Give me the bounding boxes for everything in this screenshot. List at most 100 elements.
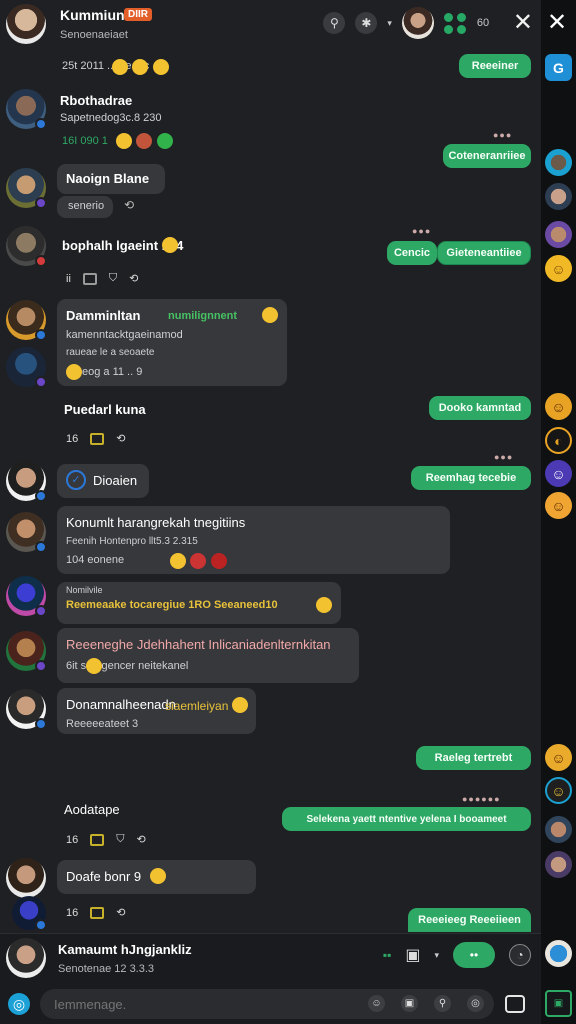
composer-avatar[interactable]: [6, 938, 46, 978]
emoji-icon[interactable]: ☺: [368, 995, 385, 1012]
rail-avatar-5[interactable]: [545, 851, 572, 878]
input-icons: ☺ ▣ ⚲ ◎: [368, 995, 484, 1012]
message-text: Reemeaake tocaregiue 1RO Seeaneed10: [66, 599, 278, 611]
refresh-icon[interactable]: G: [545, 54, 572, 81]
rail-emoji-3[interactable]: ◐: [545, 427, 572, 454]
outgoing-message[interactable]: Raeleg tertrebt: [416, 746, 531, 770]
outgoing-message[interactable]: Reeeieeg Reeeiieen: [408, 908, 531, 932]
gif-icon[interactable]: ◎: [467, 995, 484, 1012]
sender-name: Reeeneghe Jdehhahent Inlicaniadenlternki…: [66, 637, 331, 652]
avatar[interactable]: [6, 512, 47, 553]
avatar[interactable]: [6, 168, 47, 209]
mention[interactable]: numilignnent: [168, 310, 237, 322]
gallery-icon[interactable]: ▣: [545, 990, 572, 1017]
attachment-icon[interactable]: [90, 833, 105, 846]
camera-icon[interactable]: [505, 995, 525, 1013]
rail-avatar-1[interactable]: [545, 149, 572, 176]
close-icon[interactable]: ✕: [513, 11, 533, 35]
rail-emoji-1[interactable]: ☺: [545, 255, 572, 282]
message-text: eog a 11 .. 9: [82, 366, 143, 378]
chevron-down-icon[interactable]: ▾: [387, 18, 392, 29]
rail-emoji-7[interactable]: ☺: [545, 777, 572, 804]
outgoing-message[interactable]: Dooko kamntad: [429, 396, 531, 420]
shield-icon[interactable]: ⛉: [109, 272, 117, 285]
read-receipts: ●●●●●●: [462, 794, 501, 804]
outgoing-message[interactable]: Reeeiner: [459, 54, 531, 78]
attachment-icon[interactable]: [82, 272, 97, 285]
rail-avatar-4[interactable]: [545, 816, 572, 843]
reaction-emojis: [170, 552, 227, 570]
reaction-emoji: [150, 868, 166, 884]
header-title: Kummiun: [60, 7, 125, 23]
message-meta: 16: [66, 432, 79, 445]
image-icon[interactable]: ▣: [401, 995, 418, 1012]
header-avatar[interactable]: [6, 4, 46, 44]
search-icon[interactable]: ⚲: [323, 12, 346, 34]
message-text: 104 eonene: [66, 554, 125, 566]
sender-name: Nomilvile: [66, 585, 103, 595]
shield-icon[interactable]: ⛉: [116, 833, 124, 846]
reply-icon[interactable]: ⟲: [116, 432, 125, 445]
avatar[interactable]: [6, 858, 46, 898]
avatar[interactable]: [6, 226, 47, 267]
send-button[interactable]: ••: [453, 942, 495, 968]
outgoing-message[interactable]: Cencic: [387, 241, 437, 265]
reply-icon[interactable]: ⟲: [124, 198, 134, 212]
sender-name: Dioaien: [93, 473, 138, 488]
rail-avatar-3[interactable]: [545, 221, 572, 248]
avatar[interactable]: [6, 347, 47, 388]
avatar[interactable]: [12, 896, 47, 931]
reaction-emojis: [112, 58, 169, 76]
rail-emoji-5[interactable]: ☺: [545, 492, 572, 519]
sender-name: Konumlt harangrekah tnegitiins: [66, 515, 246, 530]
outgoing-message[interactable]: Coteneranriiee: [443, 144, 531, 168]
sender-name: Aodatape: [64, 802, 120, 817]
chevron-down-icon[interactable]: ▾: [434, 950, 439, 961]
pin-icon[interactable]: ⚲: [434, 995, 451, 1012]
settings-icon[interactable]: ✱: [355, 12, 378, 34]
message-actions: 16 ⛉ ⟲: [66, 833, 146, 846]
avatar[interactable]: [6, 89, 47, 130]
reaction-emoji: [66, 364, 82, 380]
message-meta: Sapetnedog3c.8 230: [60, 112, 162, 124]
message-meta: 16: [66, 906, 79, 919]
outgoing-message[interactable]: Gieteneantiiee: [437, 241, 531, 265]
message-text: Reeeeeateet 3: [66, 718, 139, 730]
outgoing-message[interactable]: Selekena yaett ntentive yelena I booamee…: [282, 807, 531, 831]
user-avatar[interactable]: [401, 7, 434, 39]
chat-header: Kummiun DIIR Senoenaeiaet ⚲ ✱ ▾ 60 ✕: [0, 0, 541, 46]
message-input[interactable]: [54, 997, 354, 1012]
header-badge: DIIR: [124, 8, 152, 21]
avatar[interactable]: [6, 300, 47, 341]
reply-icon[interactable]: ⟲: [129, 272, 138, 285]
verified-icon: ✓: [66, 470, 86, 490]
message-list: 25t 2011 ... 1eaec Reeeiner Rbothadrae S…: [0, 46, 541, 933]
avatar[interactable]: [6, 689, 47, 730]
rail-close-icon[interactable]: ✕: [547, 8, 567, 37]
avatar[interactable]: [6, 576, 47, 617]
rail-emoji-4[interactable]: ☺: [545, 460, 572, 487]
dots-icon[interactable]: ▪▪: [383, 948, 392, 962]
rail-emoji-2[interactable]: ☺: [545, 393, 572, 420]
message-text: raueae le a seoaete: [66, 347, 155, 358]
chat-app: Kummiun DIIR Senoenaeiaet ⚲ ✱ ▾ 60 ✕ ✕ G…: [0, 0, 576, 1024]
attachment-icon[interactable]: [90, 906, 105, 919]
reply-icon[interactable]: ⟲: [137, 833, 146, 846]
timer-icon[interactable]: ◔: [509, 944, 531, 966]
attachment-icon[interactable]: [90, 432, 105, 445]
mention[interactable]: siaemleiyan: [165, 699, 228, 713]
reply-icon[interactable]: ⟲: [116, 906, 125, 919]
rail-avatar-6[interactable]: [545, 940, 572, 967]
sender-name: Doafe bonr 9: [66, 869, 142, 884]
composer-tools: ▪▪ ▣ ▾ •• ◔: [383, 942, 531, 968]
lock-icon[interactable]: ▣: [405, 945, 420, 965]
outgoing-message[interactable]: Reemhag tecebie: [411, 466, 531, 490]
message-meta: 16I 090 1: [62, 135, 108, 147]
rail-avatar-2[interactable]: [545, 183, 572, 210]
avatar[interactable]: [6, 461, 47, 502]
avatar[interactable]: [6, 631, 47, 672]
add-icon[interactable]: ◎: [8, 993, 30, 1015]
rail-emoji-6[interactable]: ☺: [545, 744, 572, 771]
message-actions: 16 ⟲: [66, 432, 125, 445]
header-subtitle: Senoenaeiaet: [60, 29, 128, 41]
